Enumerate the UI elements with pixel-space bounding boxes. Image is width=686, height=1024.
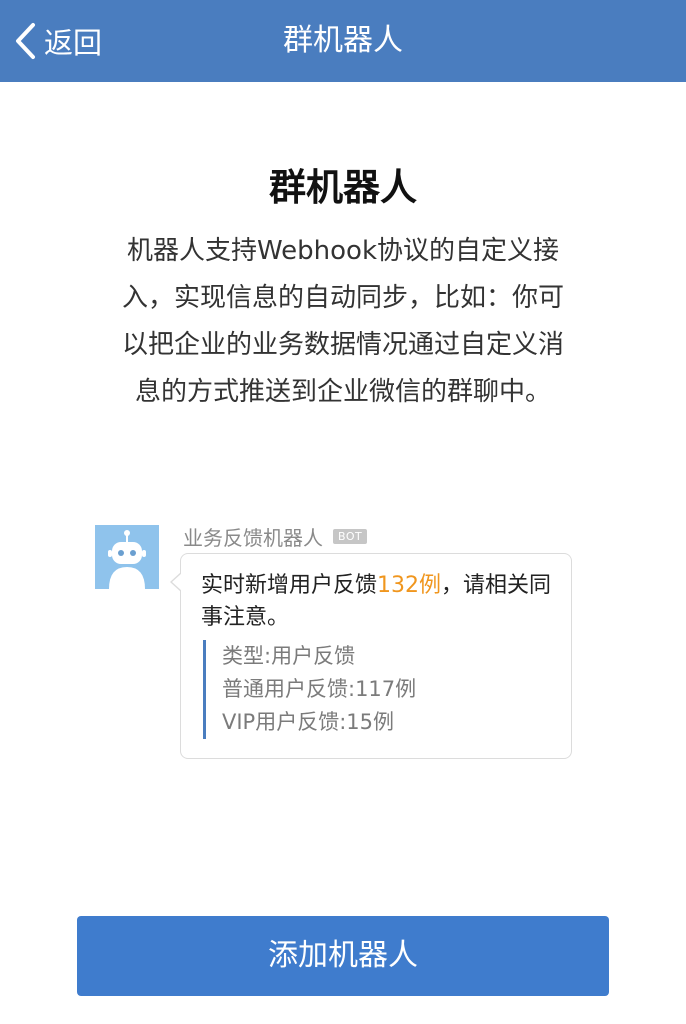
description: 机器人支持Webhook协议的自定义接 入，实现信息的自动同步，比如：你可 以把… <box>100 228 586 416</box>
navigation-bar: 返回 群机器人 <box>0 0 686 82</box>
quote-line: 类型:用户反馈 <box>222 644 356 668</box>
message-text: 实时新增用户反馈132例，请相关同事注意。 <box>201 570 561 634</box>
description-line: 入，实现信息的自动同步，比如：你可 <box>121 283 564 313</box>
robot-icon <box>95 525 159 589</box>
description-line: 以把企业的业务数据情况通过自定义消 <box>121 330 564 360</box>
bot-badge: BOT <box>333 528 368 544</box>
description-line: 息的方式推送到企业微信的群聊中。 <box>134 377 551 407</box>
message-bubble: 实时新增用户反馈132例，请相关同事注意。 类型:用户反馈 普通用户反馈:117… <box>170 553 572 759</box>
bubble-tail-fill <box>172 573 182 591</box>
description-line: 机器人支持Webhook协议的自定义接 <box>126 236 560 266</box>
message-quote: 类型:用户反馈 普通用户反馈:117例 VIP用户反馈:15例 <box>203 640 562 739</box>
add-robot-button[interactable]: 添加机器人 <box>77 916 609 996</box>
highlight-count: 132例 <box>377 573 442 598</box>
quote-line: 普通用户反馈:117例 <box>222 677 417 701</box>
sender-name: 业务反馈机器人 <box>183 525 323 550</box>
quote-line: VIP用户反馈:15例 <box>222 710 395 734</box>
page-title: 群机器人 <box>283 23 403 58</box>
sender-info: 业务反馈机器人 BOT <box>183 522 368 550</box>
section-title: 群机器人 <box>269 166 417 209</box>
message-text-start: 实时新增用户反馈 <box>201 573 378 598</box>
